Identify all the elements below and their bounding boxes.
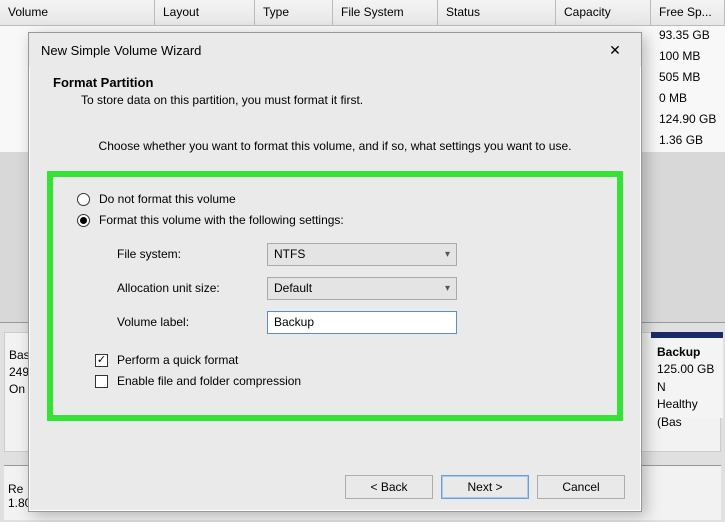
chevron-down-icon: ▾ <box>445 283 450 294</box>
select-value: Default <box>274 281 312 295</box>
col-type[interactable]: Type <box>255 0 333 25</box>
chevron-down-icon: ▾ <box>445 249 450 260</box>
free-cell: 100 MB <box>651 47 725 68</box>
cancel-button[interactable]: Cancel <box>537 475 625 499</box>
allocation-unit-select[interactable]: Default ▾ <box>267 277 457 300</box>
free-cell: 93.35 GB <box>651 26 725 47</box>
checkbox-label: Perform a quick format <box>117 353 238 367</box>
free-cell: 505 MB <box>651 68 725 89</box>
volume-label-input[interactable]: Backup <box>267 311 457 334</box>
checkbox-label: Enable file and folder compression <box>117 374 301 388</box>
next-button[interactable]: Next > <box>441 475 529 499</box>
col-capacity[interactable]: Capacity <box>556 0 651 25</box>
dialog-title: New Simple Volume Wizard <box>41 43 597 58</box>
radio-label: Format this volume with the following se… <box>99 213 344 227</box>
radio-label: Do not format this volume <box>99 192 236 206</box>
free-cell: 0 MB <box>651 89 725 110</box>
free-cell: 1.36 GB <box>651 131 725 152</box>
input-value: Backup <box>274 315 314 329</box>
free-cell: 124.90 GB <box>651 110 725 131</box>
quick-format-checkbox[interactable]: ✓ Perform a quick format <box>95 353 603 367</box>
partition-backup[interactable]: Backup 125.00 GB N Healthy (Bas <box>651 332 723 418</box>
new-volume-wizard-dialog: New Simple Volume Wizard ✕ Format Partit… <box>28 32 642 512</box>
col-filesystem[interactable]: File System <box>333 0 438 25</box>
close-button[interactable]: ✕ <box>597 38 633 62</box>
partition-size: 125.00 GB N <box>657 361 717 396</box>
page-header: Format Partition <box>53 75 617 90</box>
disk-table-header: Volume Layout Type File System Status Ca… <box>0 0 725 26</box>
radio-format-with-settings[interactable]: Format this volume with the following se… <box>77 213 603 227</box>
select-value: NTFS <box>274 247 305 261</box>
close-icon: ✕ <box>609 42 621 59</box>
filesystem-label: File system: <box>117 247 267 261</box>
radio-icon <box>77 193 90 206</box>
format-options-group: Do not format this volume Format this vo… <box>47 171 623 421</box>
checkbox-icon: ✓ <box>95 354 108 367</box>
volume-label-label: Volume label: <box>117 315 267 329</box>
radio-icon <box>77 214 90 227</box>
back-button[interactable]: < Back <box>345 475 433 499</box>
checkbox-icon <box>95 375 108 388</box>
compression-checkbox[interactable]: Enable file and folder compression <box>95 374 603 388</box>
page-subheader: To store data on this partition, you mus… <box>81 93 617 107</box>
titlebar[interactable]: New Simple Volume Wizard ✕ <box>29 33 641 67</box>
col-layout[interactable]: Layout <box>155 0 255 25</box>
instruction-text: Choose whether you want to format this v… <box>29 121 641 165</box>
col-free[interactable]: Free Sp... <box>651 0 725 25</box>
col-status[interactable]: Status <box>438 0 556 25</box>
partition-status: Healthy (Bas <box>657 396 717 431</box>
allocation-unit-label: Allocation unit size: <box>117 281 267 295</box>
col-volume[interactable]: Volume <box>0 0 155 25</box>
partition-name: Backup <box>657 344 717 361</box>
radio-no-format[interactable]: Do not format this volume <box>77 192 603 206</box>
filesystem-select[interactable]: NTFS ▾ <box>267 243 457 266</box>
